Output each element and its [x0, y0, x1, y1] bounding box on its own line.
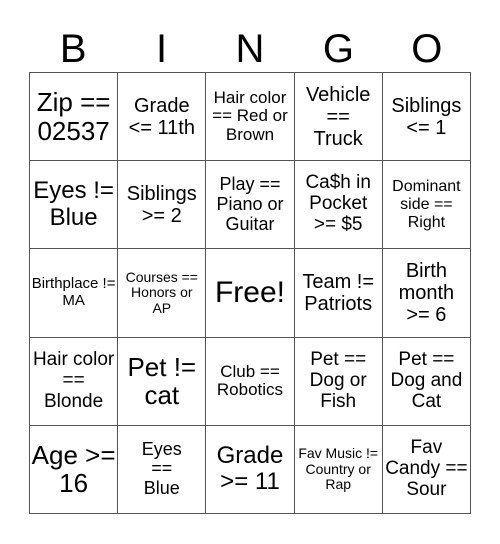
bingo-cell[interactable]: Pet == Dog and Cat: [382, 337, 471, 426]
free-space[interactable]: Free!: [206, 249, 295, 338]
cell-text: Fav Music != Country or Rap: [298, 445, 379, 493]
header-letter-b: B: [59, 27, 87, 71]
bingo-cell[interactable]: Siblings >= 2: [118, 161, 207, 250]
bingo-cell[interactable]: Courses == Honors or AP: [118, 249, 207, 338]
bingo-grid: Zip == 02537 Grade <= 11th Hair color ==…: [29, 72, 471, 514]
cell-text: Age >= 16: [31, 439, 116, 499]
header-letter-i: I: [156, 27, 168, 71]
cell-text: Team != Patriots: [302, 270, 375, 315]
bingo-cell[interactable]: Birthplace != MA: [30, 249, 119, 338]
bingo-cell[interactable]: Age >= 16: [30, 425, 119, 514]
header-letter-o: O: [411, 27, 443, 71]
bingo-cell[interactable]: Grade >= 11: [206, 425, 295, 514]
bingo-cell[interactable]: Zip == 02537: [30, 73, 119, 162]
bingo-cell[interactable]: Siblings <= 1: [382, 73, 471, 162]
bingo-cell[interactable]: Hair color == Blonde: [30, 337, 119, 426]
cell-text: Ca$h in Pocket >= $5: [305, 172, 371, 236]
bingo-cell[interactable]: Fav Candy == Sour: [382, 425, 471, 514]
cell-text: Siblings >= 2: [126, 182, 197, 227]
cell-text: Vehicle == Truck: [305, 83, 371, 150]
cell-text: Pet != cat: [127, 351, 197, 411]
cell-text: Play == Piano or Guitar: [216, 174, 284, 234]
bingo-cell[interactable]: Birth month >= 6: [382, 249, 471, 338]
cell-text: Hair color == Red or Brown: [212, 87, 288, 144]
cell-text: Courses == Honors or AP: [125, 268, 198, 316]
bingo-cell[interactable]: Fav Music != Country or Rap: [294, 425, 383, 514]
cell-text: Hair color == Blonde: [32, 348, 115, 412]
cell-text: Zip == 02537: [36, 87, 111, 146]
bingo-cell[interactable]: Pet != cat: [118, 337, 207, 426]
cell-text: Birth month >= 6: [398, 259, 455, 326]
cell-text: Grade <= 11th: [128, 94, 195, 139]
bingo-cell[interactable]: Dominant side == Right: [382, 161, 471, 250]
bingo-cell[interactable]: Vehicle == Truck: [294, 73, 383, 162]
cell-text: Eyes == Blue: [141, 438, 182, 499]
header-letter-g: G: [322, 27, 354, 71]
cell-text: Grade >= 11: [216, 442, 284, 496]
cell-text: Pet == Dog or Fish: [309, 348, 367, 412]
bingo-cell[interactable]: Club == Robotics: [206, 337, 295, 426]
bingo-cell[interactable]: Eyes != Blue: [30, 161, 119, 250]
cell-text: Free!: [214, 276, 285, 310]
cell-text: Eyes != Blue: [33, 177, 114, 231]
cell-text: Birthplace != MA: [31, 275, 116, 309]
cell-text: Pet == Dog and Cat: [390, 348, 463, 412]
cell-text: Club == Robotics: [216, 361, 284, 400]
bingo-cell[interactable]: Grade <= 11th: [118, 73, 207, 162]
header-letter-n: N: [235, 27, 265, 71]
bingo-cell[interactable]: Team != Patriots: [294, 249, 383, 338]
cell-text: Siblings <= 1: [391, 94, 462, 139]
bingo-cell[interactable]: Play == Piano or Guitar: [206, 161, 295, 250]
cell-text: Dominant side == Right: [392, 178, 461, 231]
bingo-header: B I N G O: [29, 26, 471, 72]
cell-text: Fav Candy == Sour: [385, 437, 468, 500]
bingo-cell[interactable]: Eyes == Blue: [118, 425, 207, 514]
bingo-cell[interactable]: Ca$h in Pocket >= $5: [294, 161, 383, 250]
bingo-cell[interactable]: Hair color == Red or Brown: [206, 73, 295, 162]
bingo-cell[interactable]: Pet == Dog or Fish: [294, 337, 383, 426]
